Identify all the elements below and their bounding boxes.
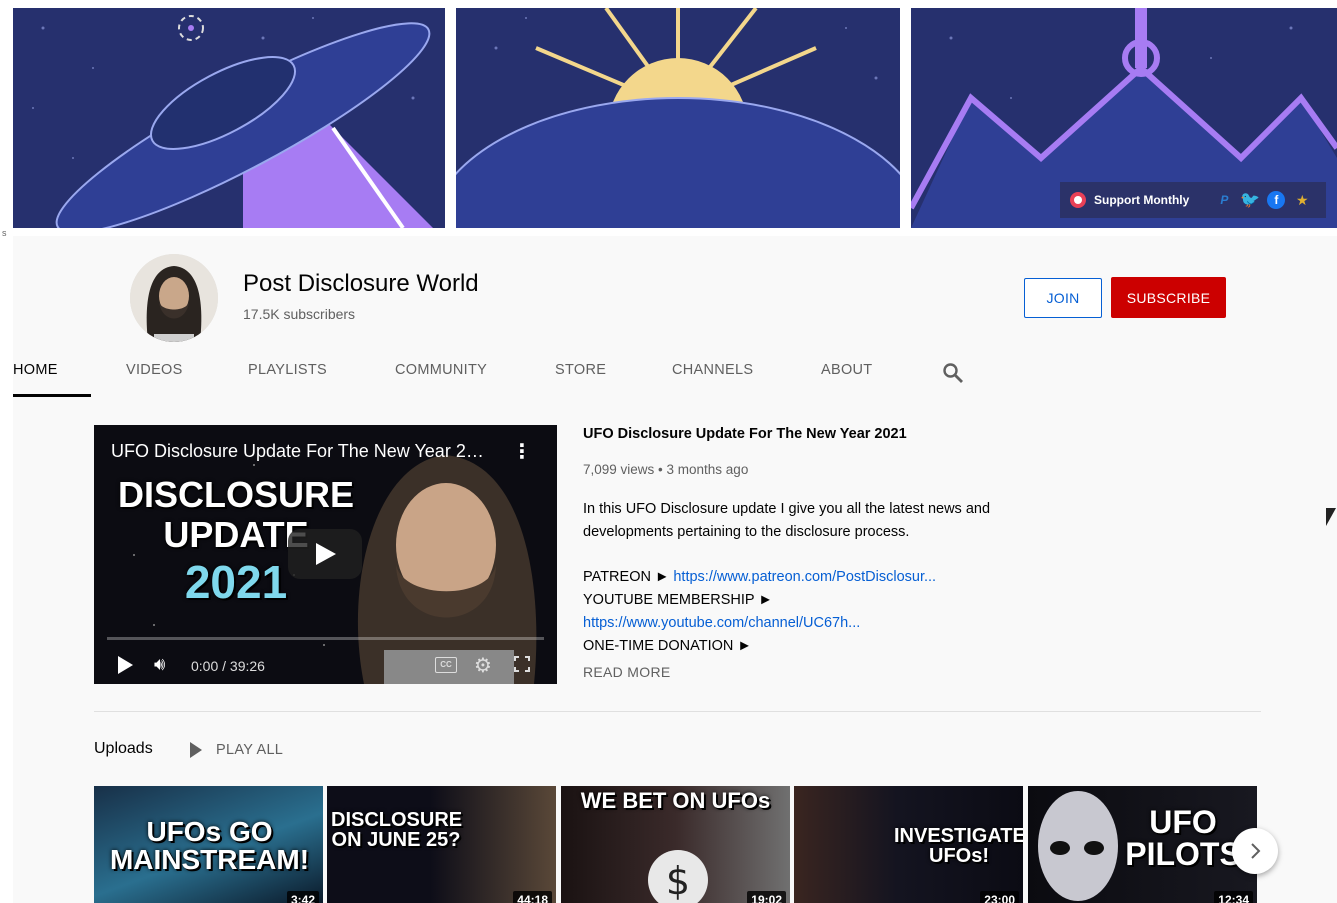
avatar-portrait xyxy=(130,254,218,342)
active-tab-indicator xyxy=(13,394,91,397)
featured-video-meta: 7,099 views • 3 months ago xyxy=(583,462,749,477)
tab-home[interactable]: HOME xyxy=(13,362,58,396)
player-title[interactable]: UFO Disclosure Update For The New Year 2… xyxy=(111,441,491,462)
mouse-cursor-icon xyxy=(1326,508,1336,526)
patreon-link[interactable]: https://www.patreon.com/PostDisclosur... xyxy=(673,569,936,585)
video-duration: 44:18 xyxy=(513,891,552,903)
support-monthly-link[interactable]: Support Monthly xyxy=(1094,193,1189,207)
progress-bar[interactable] xyxy=(107,637,544,640)
section-divider xyxy=(94,711,1261,712)
read-more-button[interactable]: READ MORE xyxy=(583,664,671,680)
subscriber-count: 17.5K subscribers xyxy=(243,306,356,322)
player-thumb-line1: DISCLOSURE xyxy=(117,474,355,515)
twitter-icon[interactable]: 🐦 xyxy=(1240,191,1260,209)
play-icon[interactable] xyxy=(118,656,133,674)
upload-video-card[interactable]: UFOs GO MAINSTREAM! 3:42 xyxy=(94,786,323,903)
svg-text:$: $ xyxy=(666,859,690,903)
chevron-right-icon xyxy=(1251,843,1261,859)
banner-panel-ufo xyxy=(13,8,445,228)
upload-thumb-text: UFO PILOTS xyxy=(1125,804,1241,872)
misc-link-icon[interactable]: ★ xyxy=(1293,191,1311,209)
tab-store[interactable]: STORE xyxy=(555,362,606,396)
upload-thumb-text: UFOs GO MAINSTREAM! xyxy=(109,816,310,875)
channel-banner: Support Monthly P 🐦 f ★ xyxy=(13,8,1337,228)
upload-thumb-text: INVESTIGATE UFOs! xyxy=(894,825,1023,867)
tab-videos[interactable]: VIDEOS xyxy=(126,362,183,396)
more-vert-icon[interactable]: ⋮ xyxy=(512,439,532,464)
play-all-icon xyxy=(190,742,202,758)
upload-video-card[interactable]: DISCLOSURE ON JUNE 25? 44:18 xyxy=(327,786,556,903)
tab-community[interactable]: COMMUNITY xyxy=(395,362,487,396)
donation-label: ONE-TIME DONATION ► xyxy=(583,638,752,654)
captions-icon[interactable]: CC xyxy=(435,657,457,673)
video-duration: 19:02 xyxy=(747,891,786,903)
tab-about[interactable]: ABOUT xyxy=(821,362,872,396)
banner-links-overlay: Support Monthly P 🐦 f ★ xyxy=(1060,182,1326,218)
subscribe-button[interactable]: SUBSCRIBE xyxy=(1111,277,1226,318)
video-duration: 12:34 xyxy=(1214,891,1253,903)
video-duration: 3:42 xyxy=(286,891,319,903)
large-play-button[interactable] xyxy=(288,529,362,579)
description-intro: In this UFO Disclosure update I give you… xyxy=(583,501,991,540)
featured-video-title[interactable]: UFO Disclosure Update For The New Year 2… xyxy=(583,426,907,442)
upload-thumb-text: DISCLOSURE ON JUNE 25? xyxy=(331,809,463,851)
upload-video-card[interactable]: INVESTIGATE UFOs! 23:00 xyxy=(794,786,1023,903)
fullscreen-icon[interactable] xyxy=(514,656,530,672)
channel-avatar[interactable] xyxy=(130,254,218,342)
money-bag-icon: $ xyxy=(648,850,708,903)
tab-playlists[interactable]: PLAYLISTS xyxy=(248,362,327,396)
settings-gear-icon[interactable]: ⚙ xyxy=(474,653,492,678)
time-display: 0:00 / 39:26 xyxy=(191,658,265,674)
membership-link[interactable]: https://www.youtube.com/channel/UC67h... xyxy=(583,612,1023,635)
tab-channels[interactable]: CHANNELS xyxy=(672,362,753,396)
patreon-label: PATREON ► xyxy=(583,569,670,585)
banner-panel-sunrise xyxy=(456,8,900,228)
join-button[interactable]: JOIN xyxy=(1024,278,1102,318)
uploads-heading[interactable]: Uploads xyxy=(94,740,153,758)
play-all-label: PLAY ALL xyxy=(216,742,284,758)
carousel-next-button[interactable] xyxy=(1232,828,1278,874)
facebook-icon[interactable]: f xyxy=(1267,191,1286,209)
search-icon[interactable] xyxy=(942,362,964,384)
edge-mark: s xyxy=(2,228,7,238)
paypal-icon[interactable]: P xyxy=(1215,191,1233,209)
video-duration: 23:00 xyxy=(980,891,1019,903)
featured-video-description: In this UFO Disclosure update I give you… xyxy=(583,498,1023,658)
membership-label: YOUTUBE MEMBERSHIP ► xyxy=(583,592,773,608)
play-all-button[interactable]: PLAY ALL xyxy=(190,740,283,760)
upload-video-card[interactable]: UFO PILOTS 12:34 xyxy=(1028,786,1257,903)
patreon-icon[interactable] xyxy=(1070,192,1086,208)
channel-name: Post Disclosure World xyxy=(243,270,479,297)
volume-icon[interactable]: 🔊︎ xyxy=(154,654,165,675)
upload-video-card[interactable]: WE BET ON UFOs $ 19:02 xyxy=(561,786,790,903)
featured-video-player[interactable]: DISCLOSURE UPDATE 2021 UFO Disclosure Up… xyxy=(94,425,557,684)
